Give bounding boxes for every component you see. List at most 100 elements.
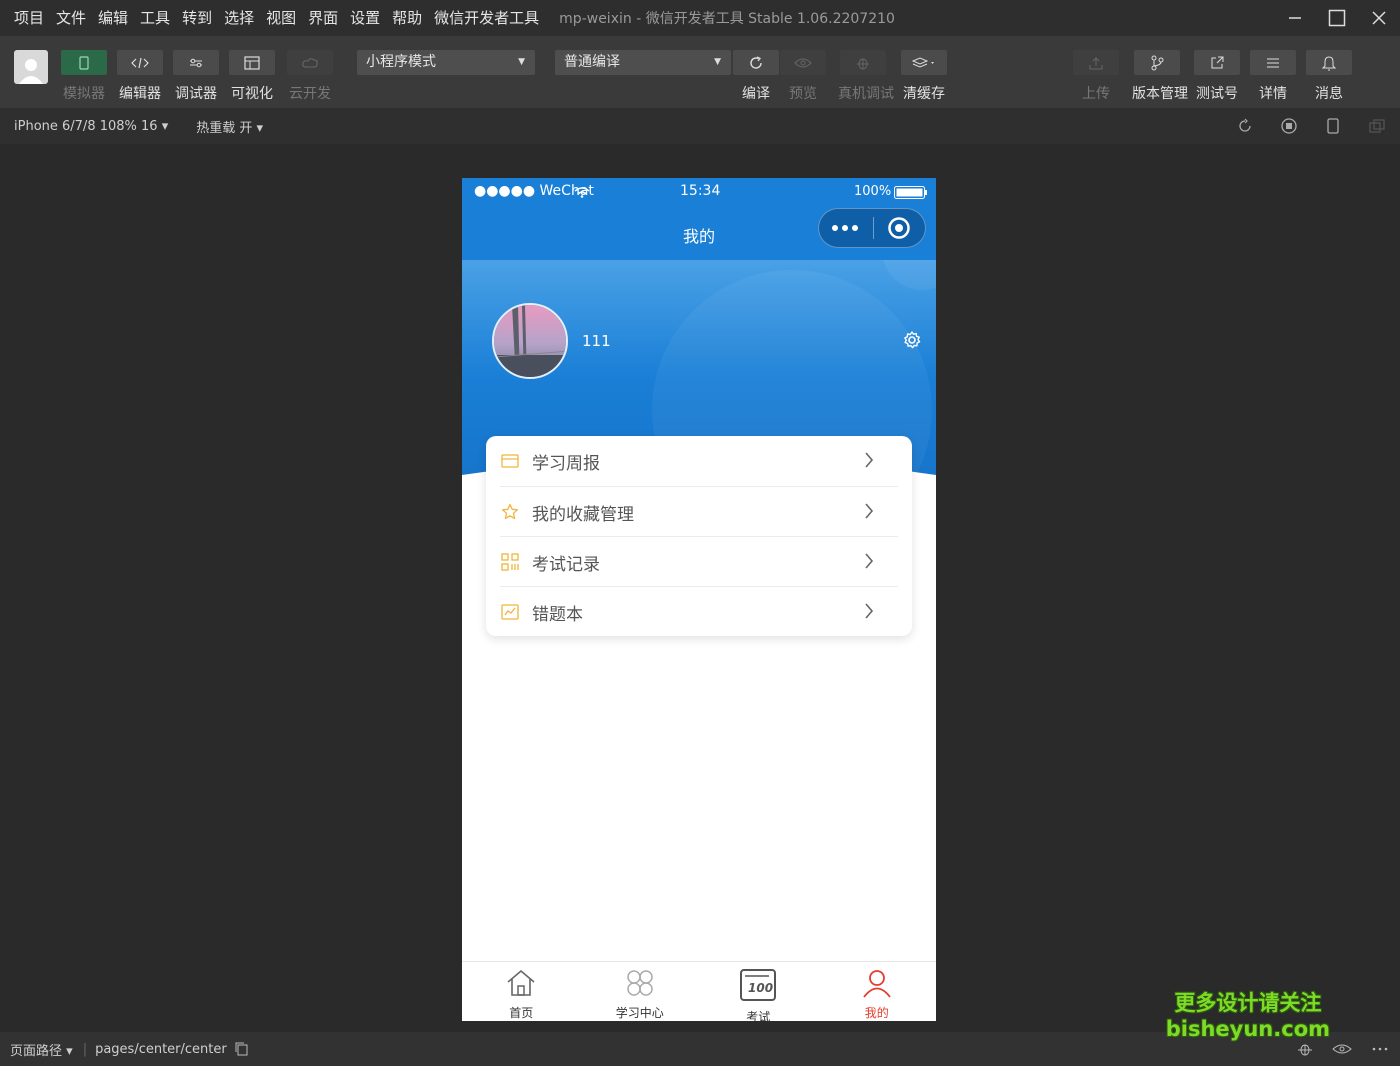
hot-reload-select[interactable]: 热重载 开 ▾	[196, 117, 263, 136]
capsule-divider	[873, 217, 874, 239]
menu-icon	[1267, 58, 1279, 67]
editor-button[interactable]	[117, 50, 163, 75]
compile-select-value: 普通编译	[564, 54, 620, 70]
user-avatar-button[interactable]	[14, 50, 48, 84]
messages-button[interactable]	[1306, 50, 1352, 75]
details-tool[interactable]: 详情	[1248, 50, 1298, 103]
user-avatar-icon	[19, 59, 43, 84]
menu-tools[interactable]: 工具	[134, 0, 176, 36]
version-tool[interactable]: 版本管理	[1132, 50, 1188, 103]
battery-percent: 100%	[854, 184, 892, 199]
simulator-tool[interactable]: 模拟器	[59, 50, 109, 103]
menu-edit[interactable]: 编辑	[92, 0, 134, 36]
editor-tool[interactable]: 编辑器	[115, 50, 165, 103]
maximize-button[interactable]	[1316, 0, 1358, 36]
cloud-button[interactable]	[287, 50, 333, 75]
cloud-tool[interactable]: 云开发	[285, 50, 335, 103]
menu-select[interactable]: 选择	[218, 0, 260, 36]
tab-mine[interactable]: 我的	[818, 962, 937, 1021]
bug-icon[interactable]	[1296, 1041, 1314, 1057]
capsule-menu	[818, 208, 926, 248]
version-label: 版本管理	[1132, 86, 1188, 102]
remote-debug-tool[interactable]: 真机调试	[838, 50, 894, 103]
wifi-icon	[574, 187, 590, 198]
simulator-button[interactable]	[61, 50, 107, 75]
menu-view[interactable]: 视图	[260, 0, 302, 36]
messages-tool[interactable]: 消息	[1304, 50, 1354, 103]
remote-debug-button[interactable]	[840, 50, 886, 75]
eye-icon[interactable]	[1332, 1043, 1352, 1055]
phone-icon	[79, 55, 89, 70]
menu-item-favorites[interactable]: 我的收藏管理	[500, 487, 898, 537]
tab-label: 考试	[746, 1010, 771, 1021]
user-name: 111	[582, 332, 611, 350]
visual-button[interactable]	[229, 50, 275, 75]
device-icon[interactable]	[1324, 117, 1342, 135]
tab-home[interactable]: 首页	[462, 962, 581, 1021]
chevron-right-icon	[865, 503, 874, 519]
compile-label: 编译	[742, 86, 770, 102]
rotate-icon[interactable]	[1236, 117, 1254, 135]
upload-tool[interactable]: 上传	[1071, 50, 1121, 103]
menu-item-wrong-questions[interactable]: 错题本	[500, 587, 898, 637]
details-button[interactable]	[1250, 50, 1296, 75]
menu-devtools[interactable]: 微信开发者工具	[428, 0, 545, 36]
menu-goto[interactable]: 转到	[176, 0, 218, 36]
branch-icon	[1151, 55, 1164, 70]
menu-project[interactable]: 项目	[8, 0, 50, 36]
tab-learning-center[interactable]: 学习中心	[581, 962, 700, 1021]
minimize-button[interactable]	[1274, 0, 1316, 36]
upload-button[interactable]	[1073, 50, 1119, 75]
test-account-button[interactable]	[1194, 50, 1240, 75]
device-select-value: iPhone 6/7/8 108% 16	[14, 118, 158, 134]
close-button[interactable]	[1358, 0, 1400, 36]
more-icon[interactable]	[1372, 1047, 1388, 1051]
menu-help[interactable]: 帮助	[386, 0, 428, 36]
detach-window-icon[interactable]	[1368, 117, 1386, 135]
watermark-line2: bisheyun.com	[1165, 1017, 1330, 1041]
menu-bar: 项目 文件 编辑 工具 转到 选择 视图 界面 设置 帮助 微信开发者工具 mp…	[0, 0, 1400, 36]
version-button[interactable]	[1134, 50, 1180, 75]
preview-tool[interactable]: 预览	[778, 50, 828, 103]
layers-icon	[911, 56, 934, 68]
compile-select[interactable]: 普通编译 ▼	[555, 50, 731, 75]
compile-button[interactable]	[733, 50, 779, 75]
copy-icon[interactable]	[235, 1042, 249, 1056]
chevron-right-icon	[865, 603, 874, 619]
menu-settings[interactable]: 设置	[344, 0, 386, 36]
device-select[interactable]: iPhone 6/7/8 108% 16 ▾	[14, 119, 168, 134]
close-miniprogram-icon[interactable]	[887, 216, 911, 240]
debugger-button[interactable]	[173, 50, 219, 75]
phone-simulator: ●●●●● WeChat 15:34 100% 我的 111 学习周报 我的收藏…	[462, 178, 936, 1021]
maximize-icon	[1328, 9, 1346, 27]
menu-interface[interactable]: 界面	[302, 0, 344, 36]
menu-item-exam-records[interactable]: 考试记录	[500, 537, 898, 587]
debugger-tool[interactable]: 调试器	[171, 50, 221, 103]
clear-cache-tool[interactable]: 清缓存	[899, 50, 949, 103]
eye-icon	[794, 58, 812, 67]
menu-file[interactable]: 文件	[50, 0, 92, 36]
page-path-label: 页面路径	[10, 1043, 63, 1059]
compile-tool[interactable]: 编译	[731, 50, 781, 103]
page-path-toggle[interactable]: 页面路径 ▾	[10, 1040, 73, 1059]
close-icon	[1372, 11, 1386, 25]
clear-cache-button[interactable]	[901, 50, 947, 75]
watermark-line1: 更多设计请关注	[1174, 991, 1322, 1015]
avatar[interactable]	[492, 303, 568, 379]
test-account-tool[interactable]: 测试号	[1192, 50, 1242, 103]
menu-item-weekly-report[interactable]: 学习周报	[500, 436, 898, 486]
home-icon	[507, 969, 535, 996]
bug-icon	[857, 58, 869, 69]
visual-tool[interactable]: 可视化	[227, 50, 277, 103]
calendar-icon	[500, 454, 520, 468]
bell-icon	[1322, 55, 1336, 70]
more-icon[interactable]	[831, 223, 861, 233]
nav-bar: 我的	[462, 206, 936, 260]
mode-select[interactable]: 小程序模式 ▼	[357, 50, 535, 75]
clover-icon	[627, 970, 653, 996]
toolbar: 模拟器 编辑器 调试器 可视化 云开发 小程序模式 ▼ 普通编译 ▼ 编译 预览…	[0, 36, 1400, 108]
settings-gear-icon[interactable]	[902, 330, 922, 350]
record-icon[interactable]	[1280, 117, 1298, 135]
preview-button[interactable]	[780, 50, 826, 75]
tab-exam[interactable]: 100 考试	[699, 962, 818, 1021]
